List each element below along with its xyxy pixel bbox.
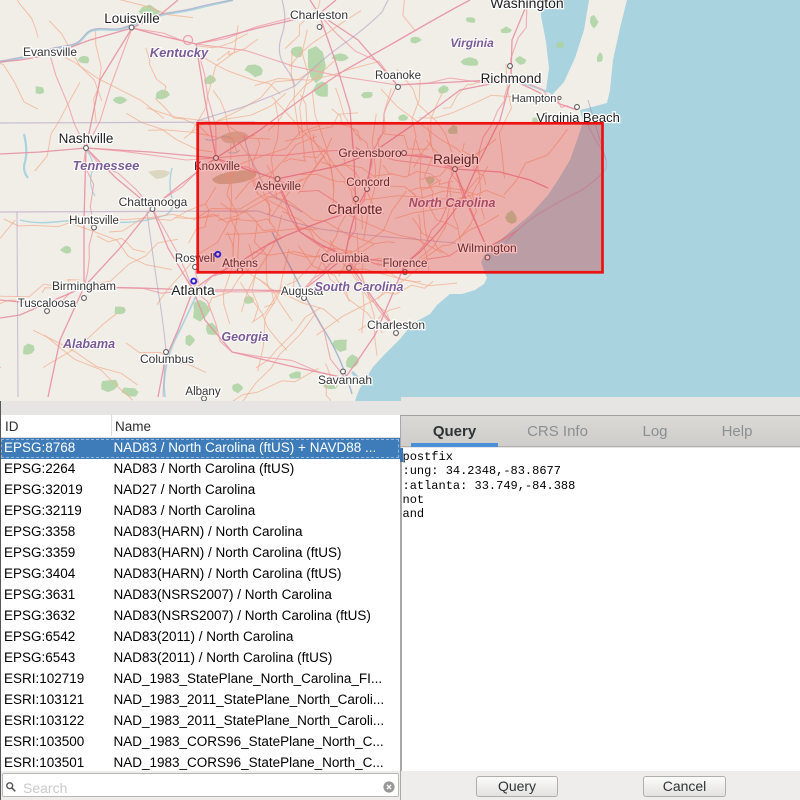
svg-text:South Carolina: South Carolina: [315, 280, 404, 294]
svg-text:Albany: Albany: [185, 386, 220, 398]
svg-text:Tuscaloosa: Tuscaloosa: [18, 298, 77, 310]
svg-text:Savannah: Savannah: [318, 373, 372, 387]
svg-text:Alabama: Alabama: [62, 337, 115, 351]
svg-text:Birmingham: Birmingham: [52, 279, 116, 293]
svg-text:Washington: Washington: [490, 0, 563, 11]
svg-text:Louisville: Louisville: [104, 11, 160, 26]
svg-text:Roanoke: Roanoke: [375, 70, 421, 82]
svg-text:Charleston: Charleston: [367, 318, 425, 332]
svg-text:Hampton: Hampton: [512, 93, 557, 105]
svg-text:Tennessee: Tennessee: [73, 158, 140, 173]
svg-text:Charleston: Charleston: [290, 8, 348, 22]
svg-text:Huntsville: Huntsville: [69, 215, 119, 227]
svg-text:Chattanooga: Chattanooga: [119, 195, 188, 209]
svg-text:Georgia: Georgia: [221, 330, 268, 344]
svg-text:Evansville: Evansville: [23, 45, 77, 59]
svg-text:Nashville: Nashville: [59, 131, 114, 146]
svg-text:Kentucky: Kentucky: [150, 45, 209, 60]
svg-text:Virginia: Virginia: [450, 36, 494, 50]
svg-text:Richmond: Richmond: [481, 71, 542, 86]
svg-text:Columbus: Columbus: [140, 352, 194, 366]
